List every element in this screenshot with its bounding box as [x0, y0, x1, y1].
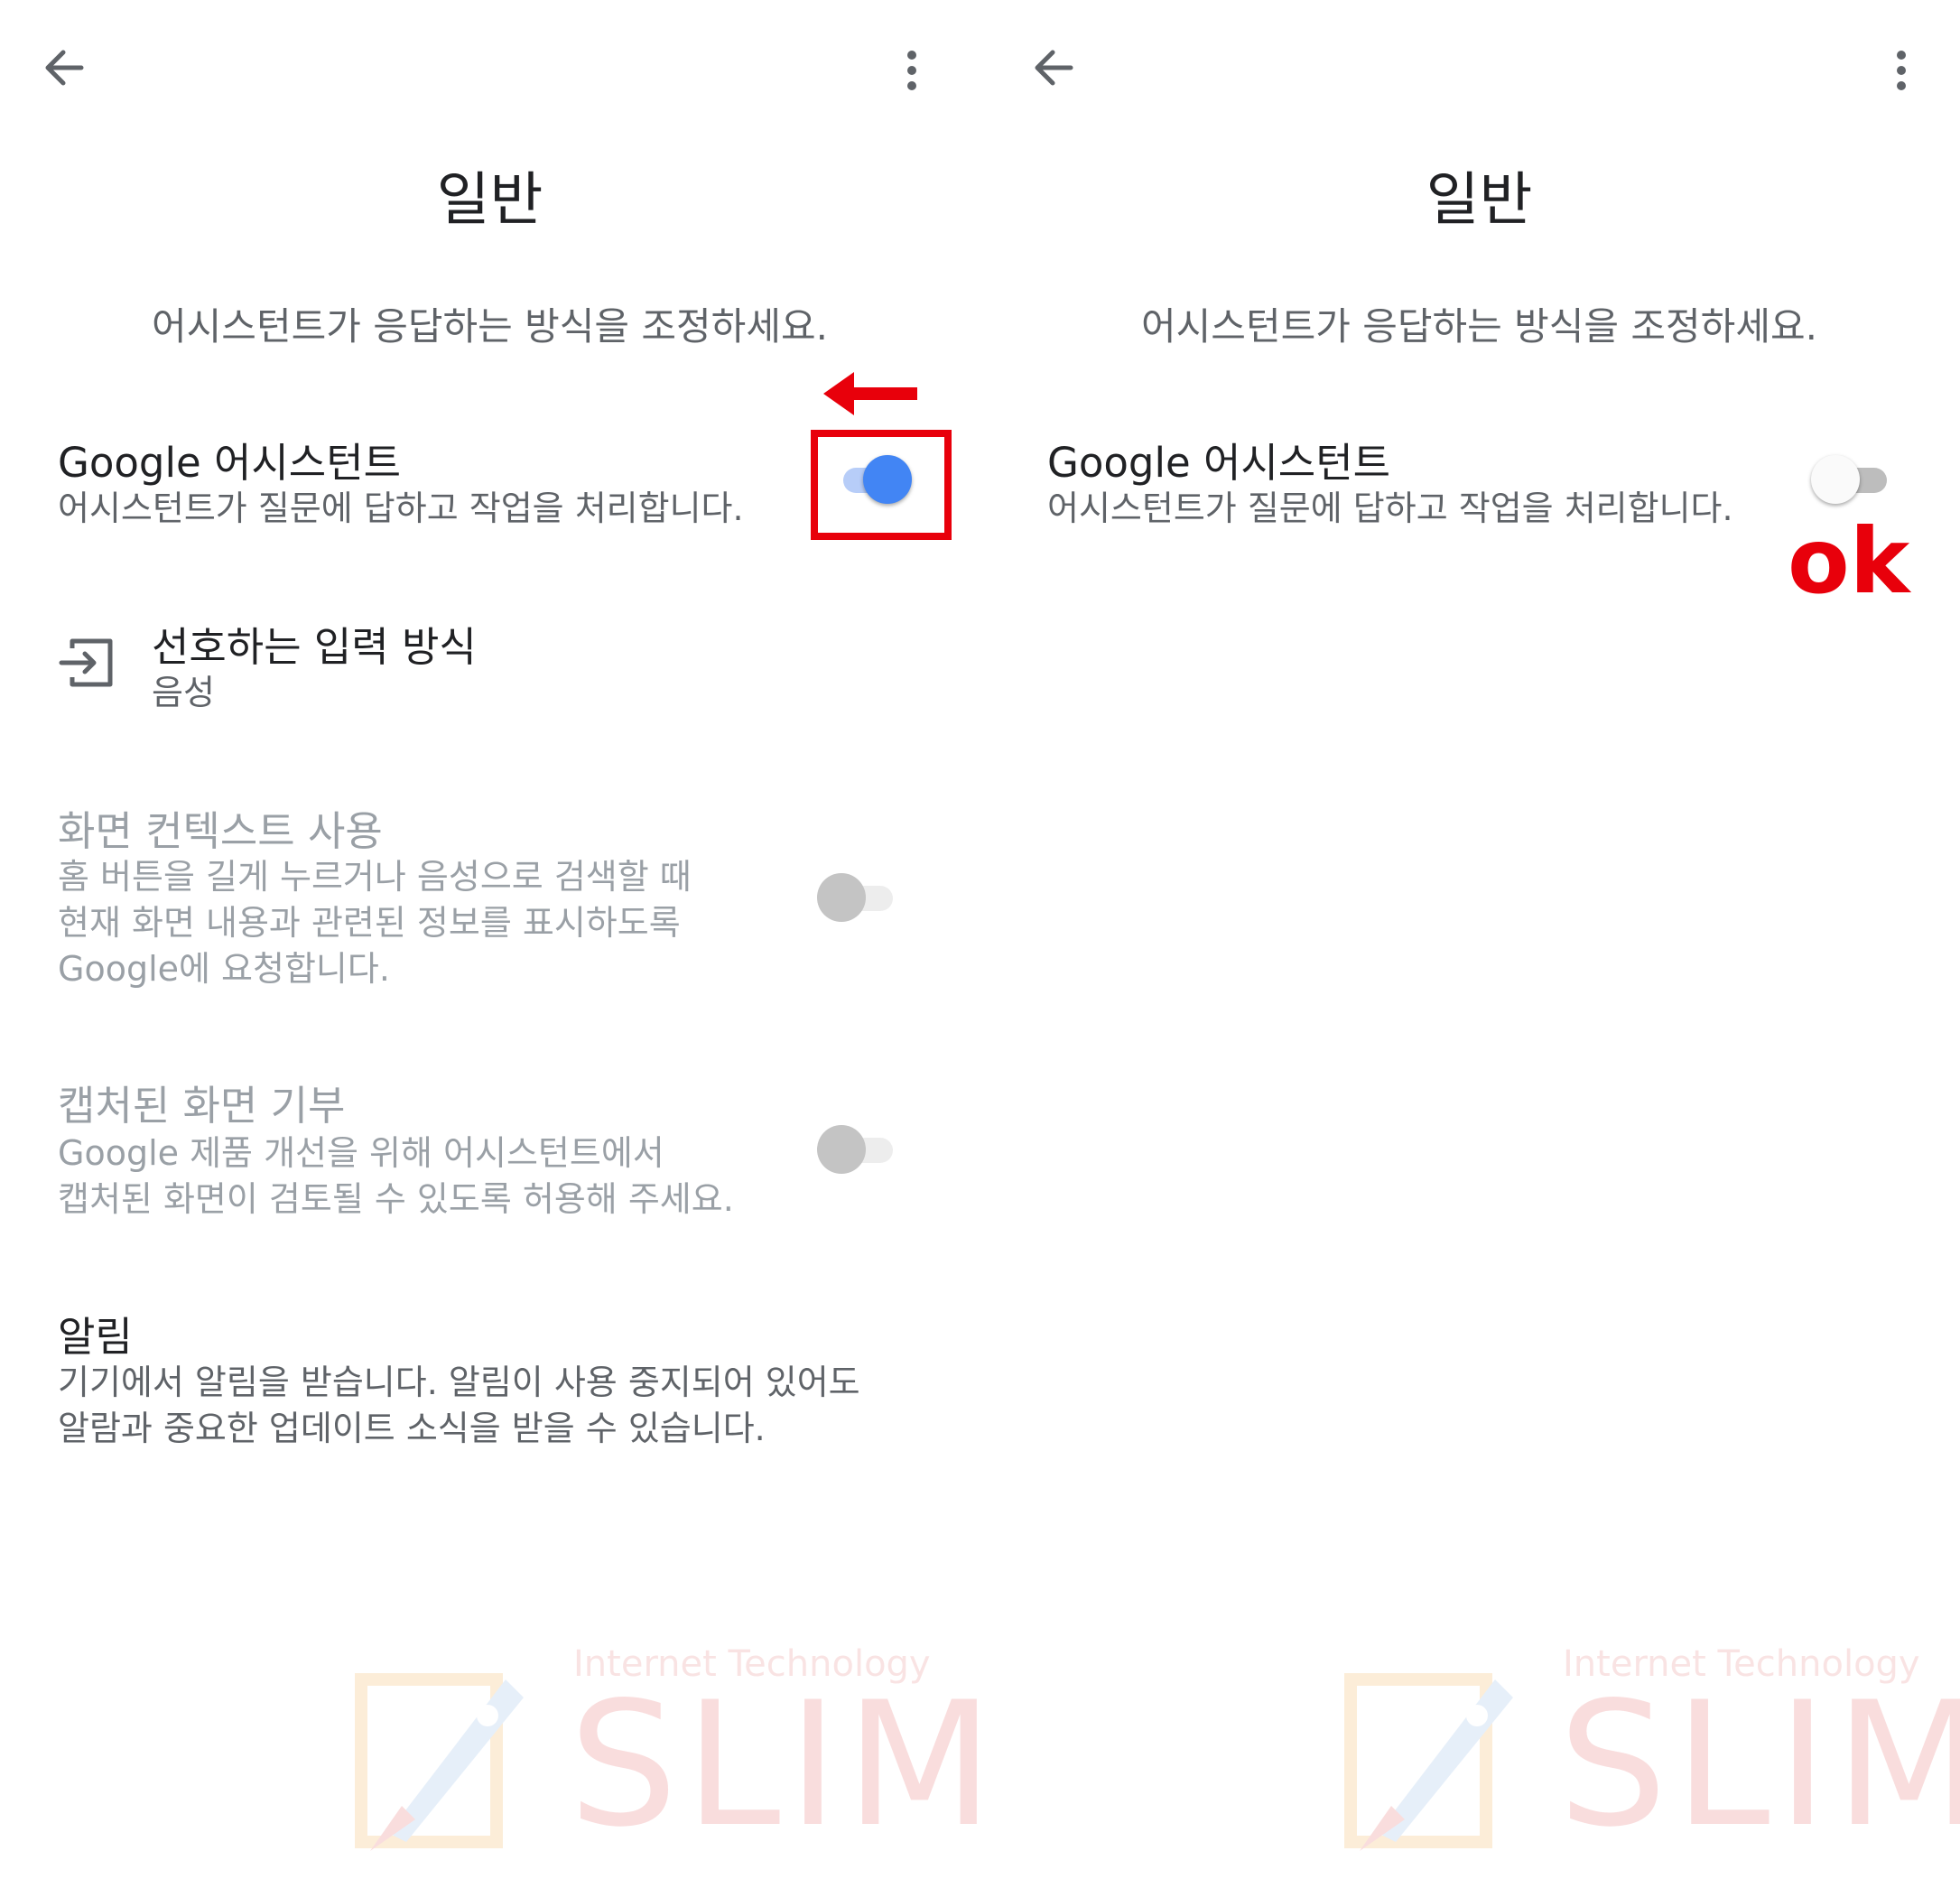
highlight-box: [811, 430, 952, 540]
screen-context-toggle: [817, 870, 898, 924]
more-vert-icon[interactable]: [1883, 41, 1919, 104]
notifications-title: 알림: [58, 1313, 133, 1361]
rocket-logo-icon: [1344, 1673, 1513, 1851]
screenshot-donate-toggle: [817, 1121, 898, 1176]
right-screen: 일반 어시스턴트가 응답하는 방식을 조정하세요. Google 어시스턴트 어…: [989, 0, 1960, 1879]
watermark: Internet Technology SLIM: [1342, 1643, 1960, 1860]
assistant-setting-title: Google 어시스턴트: [1047, 439, 1390, 487]
rocket-logo-icon: [355, 1673, 524, 1851]
watermark: Internet Technology SLIM: [352, 1643, 980, 1860]
screen-context-desc-line-2: 현재 화면 내용과 관련된 정보를 표시하도록: [58, 903, 681, 943]
red-left-arrow-icon: [823, 372, 917, 415]
watermark-name: SLIM: [1558, 1665, 1960, 1865]
input-icon: [58, 636, 116, 690]
assistant-setting-title: Google 어시스턴트: [58, 439, 401, 487]
notifications-desc-line-1: 기기에서 알림을 받습니다. 알림이 사용 중지되어 있어도: [58, 1363, 860, 1402]
ok-annotation: ok: [1788, 508, 1910, 614]
screen-context-desc-line-3: Google에 요청합니다.: [58, 949, 390, 989]
screenshot-donate-desc-line-1: Google 제품 개선을 위해 어시스턴트에서: [58, 1133, 664, 1173]
page-title: 일반: [1426, 167, 1533, 234]
input-method-title: 선호하는 입력 방식: [152, 623, 477, 671]
assistant-toggle[interactable]: [1811, 451, 1892, 506]
screen-context-desc-line-1: 홈 버튼을 길게 누르거나 음성으로 검색할 때: [58, 857, 692, 897]
watermark-tagline: Internet Technology: [1563, 1643, 1920, 1685]
assistant-setting-desc: 어시스턴트가 질문에 답하고 작업을 처리합니다.: [58, 488, 744, 528]
back-arrow-icon[interactable]: [1026, 36, 1089, 99]
page-title: 일반: [436, 167, 543, 234]
screen-context-title: 화면 컨텍스트 사용: [58, 807, 383, 855]
more-vert-icon[interactable]: [894, 41, 930, 104]
notifications-desc-line-2: 알람과 중요한 업데이트 소식을 받을 수 있습니다.: [58, 1409, 766, 1448]
watermark-name: SLIM: [569, 1665, 980, 1865]
page-subtitle: 어시스턴트가 응답하는 방식을 조정하세요.: [1141, 304, 1817, 349]
input-method-value: 음성: [152, 673, 215, 712]
left-screen: 일반 어시스턴트가 응답하는 방식을 조정하세요. Google 어시스턴트 어…: [0, 0, 980, 1879]
watermark-tagline: Internet Technology: [573, 1643, 931, 1685]
page-subtitle: 어시스턴트가 응답하는 방식을 조정하세요.: [152, 304, 828, 349]
toggle-thumb: [1811, 455, 1860, 504]
toggle-thumb: [817, 873, 866, 922]
screenshot-donate-desc-line-2: 캡처된 화면이 검토될 수 있도록 허용해 주세요.: [58, 1179, 734, 1219]
back-arrow-icon[interactable]: [36, 36, 99, 99]
app-bar: [0, 0, 980, 144]
screenshot-donate-title: 캡처된 화면 기부: [58, 1082, 346, 1130]
assistant-setting-desc: 어시스턴트가 질문에 답하고 작업을 처리합니다.: [1047, 488, 1733, 528]
app-bar: [989, 0, 1960, 144]
toggle-thumb: [817, 1125, 866, 1174]
